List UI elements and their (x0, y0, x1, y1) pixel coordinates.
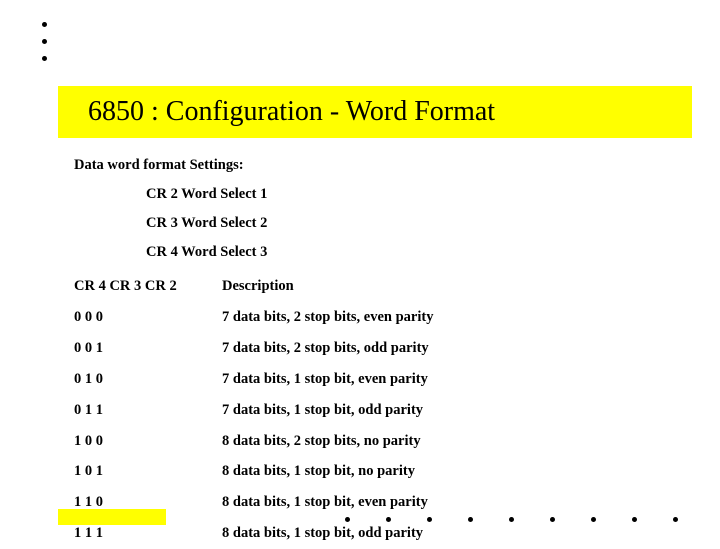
decorative-dots-bottom (345, 517, 678, 522)
cr-line: CR 2 Word Select 1 (146, 185, 680, 204)
dot-icon (42, 22, 47, 27)
cell-desc: 8 data bits, 2 stop bits, no parity (222, 426, 680, 457)
cell-bits: 0 0 1 (74, 333, 222, 364)
cell-desc: 7 data bits, 2 stop bits, even parity (222, 302, 680, 333)
dot-icon (427, 517, 432, 522)
dot-icon (591, 517, 596, 522)
dot-icon (468, 517, 473, 522)
col-header-desc: Description (222, 271, 680, 302)
dot-icon (42, 39, 47, 44)
dot-icon (345, 517, 350, 522)
decorative-dots-left (42, 22, 47, 61)
cell-bits: 0 0 0 (74, 302, 222, 333)
cell-bits: 0 1 0 (74, 364, 222, 395)
cell-desc: 8 data bits, 1 stop bit, even parity (222, 487, 680, 518)
table-row: 0 1 1 7 data bits, 1 stop bit, odd parit… (74, 395, 680, 426)
dot-icon (509, 517, 514, 522)
cell-desc: 8 data bits, 1 stop bit, no parity (222, 456, 680, 487)
table-row: 1 0 1 8 data bits, 1 stop bit, no parity (74, 456, 680, 487)
dot-icon (386, 517, 391, 522)
dot-icon (632, 517, 637, 522)
slide-content: Data word format Settings: CR 2 Word Sel… (74, 156, 680, 549)
word-format-table: CR 4 CR 3 CR 2 Description 0 0 0 7 data … (74, 271, 680, 549)
subheading: Data word format Settings: (74, 156, 680, 175)
cell-bits: 1 0 1 (74, 456, 222, 487)
cr-line: CR 3 Word Select 2 (146, 214, 680, 233)
cell-bits: 1 0 0 (74, 426, 222, 457)
col-header-bits: CR 4 CR 3 CR 2 (74, 271, 222, 302)
cr-list: CR 2 Word Select 1 CR 3 Word Select 2 CR… (146, 185, 680, 262)
slide-title: 6850 : Configuration - Word Format (88, 96, 495, 128)
table-row: 1 0 0 8 data bits, 2 stop bits, no parit… (74, 426, 680, 457)
slide-title-band: 6850 : Configuration - Word Format (58, 86, 692, 138)
cr-line: CR 4 Word Select 3 (146, 243, 680, 262)
table-row: 0 0 0 7 data bits, 2 stop bits, even par… (74, 302, 680, 333)
table-row: 0 1 0 7 data bits, 1 stop bit, even pari… (74, 364, 680, 395)
cell-bits: 0 1 1 (74, 395, 222, 426)
cell-desc: 8 data bits, 1 stop bit, odd parity (222, 518, 680, 549)
table-header-row: CR 4 CR 3 CR 2 Description (74, 271, 680, 302)
dot-icon (673, 517, 678, 522)
cell-desc: 7 data bits, 1 stop bit, odd parity (222, 395, 680, 426)
table-row: 0 0 1 7 data bits, 2 stop bits, odd pari… (74, 333, 680, 364)
cell-desc: 7 data bits, 2 stop bits, odd parity (222, 333, 680, 364)
dot-icon (42, 56, 47, 61)
cell-desc: 7 data bits, 1 stop bit, even parity (222, 364, 680, 395)
dot-icon (550, 517, 555, 522)
footer-accent-bar (58, 509, 166, 525)
